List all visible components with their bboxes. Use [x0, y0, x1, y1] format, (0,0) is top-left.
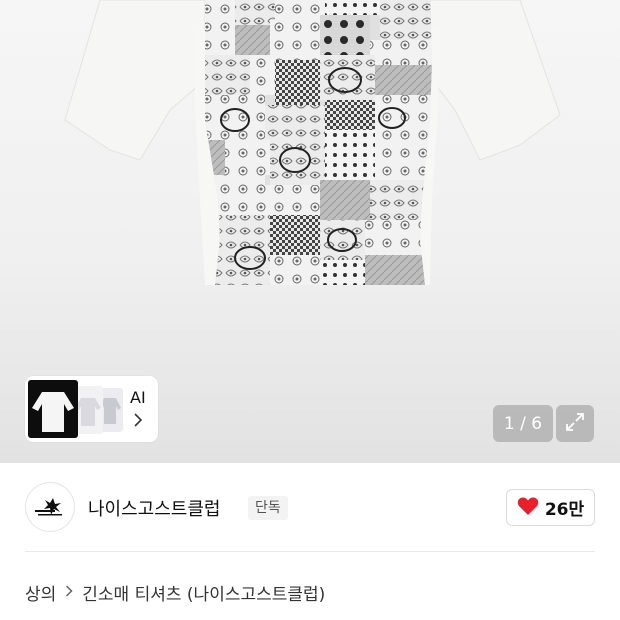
brand-logo[interactable]: [25, 482, 75, 532]
exclusive-badge: 단독: [248, 496, 288, 520]
product-image-gallery[interactable]: AI 1 / 6: [0, 0, 620, 463]
ai-thumbnail-black: [28, 380, 78, 438]
chevron-right-icon: [65, 584, 73, 601]
ai-label: AI: [130, 388, 146, 407]
expand-button[interactable]: [556, 405, 594, 442]
breadcrumb: 상의 긴소매 티셔츠 (나이스고스트클럽): [25, 580, 325, 605]
brand-row: 나이스고스트클럽 단독 26만: [0, 463, 620, 553]
chevron-right-icon: [133, 412, 143, 431]
breadcrumb-category[interactable]: 상의: [25, 580, 56, 605]
divider: [25, 551, 595, 552]
ai-similar-items-card[interactable]: AI: [25, 376, 158, 442]
expand-icon: [564, 411, 586, 437]
product-image: [64, 0, 561, 285]
image-pager: 1 / 6: [493, 405, 553, 442]
like-button[interactable]: 26만: [506, 489, 595, 526]
breadcrumb-product[interactable]: 긴소매 티셔츠 (나이스고스트클럽): [82, 580, 325, 605]
like-count: 26만: [544, 500, 585, 520]
brand-name[interactable]: 나이스고스트클럽: [88, 495, 220, 521]
ai-thumbnails: [25, 376, 125, 442]
heart-icon: [517, 496, 539, 520]
